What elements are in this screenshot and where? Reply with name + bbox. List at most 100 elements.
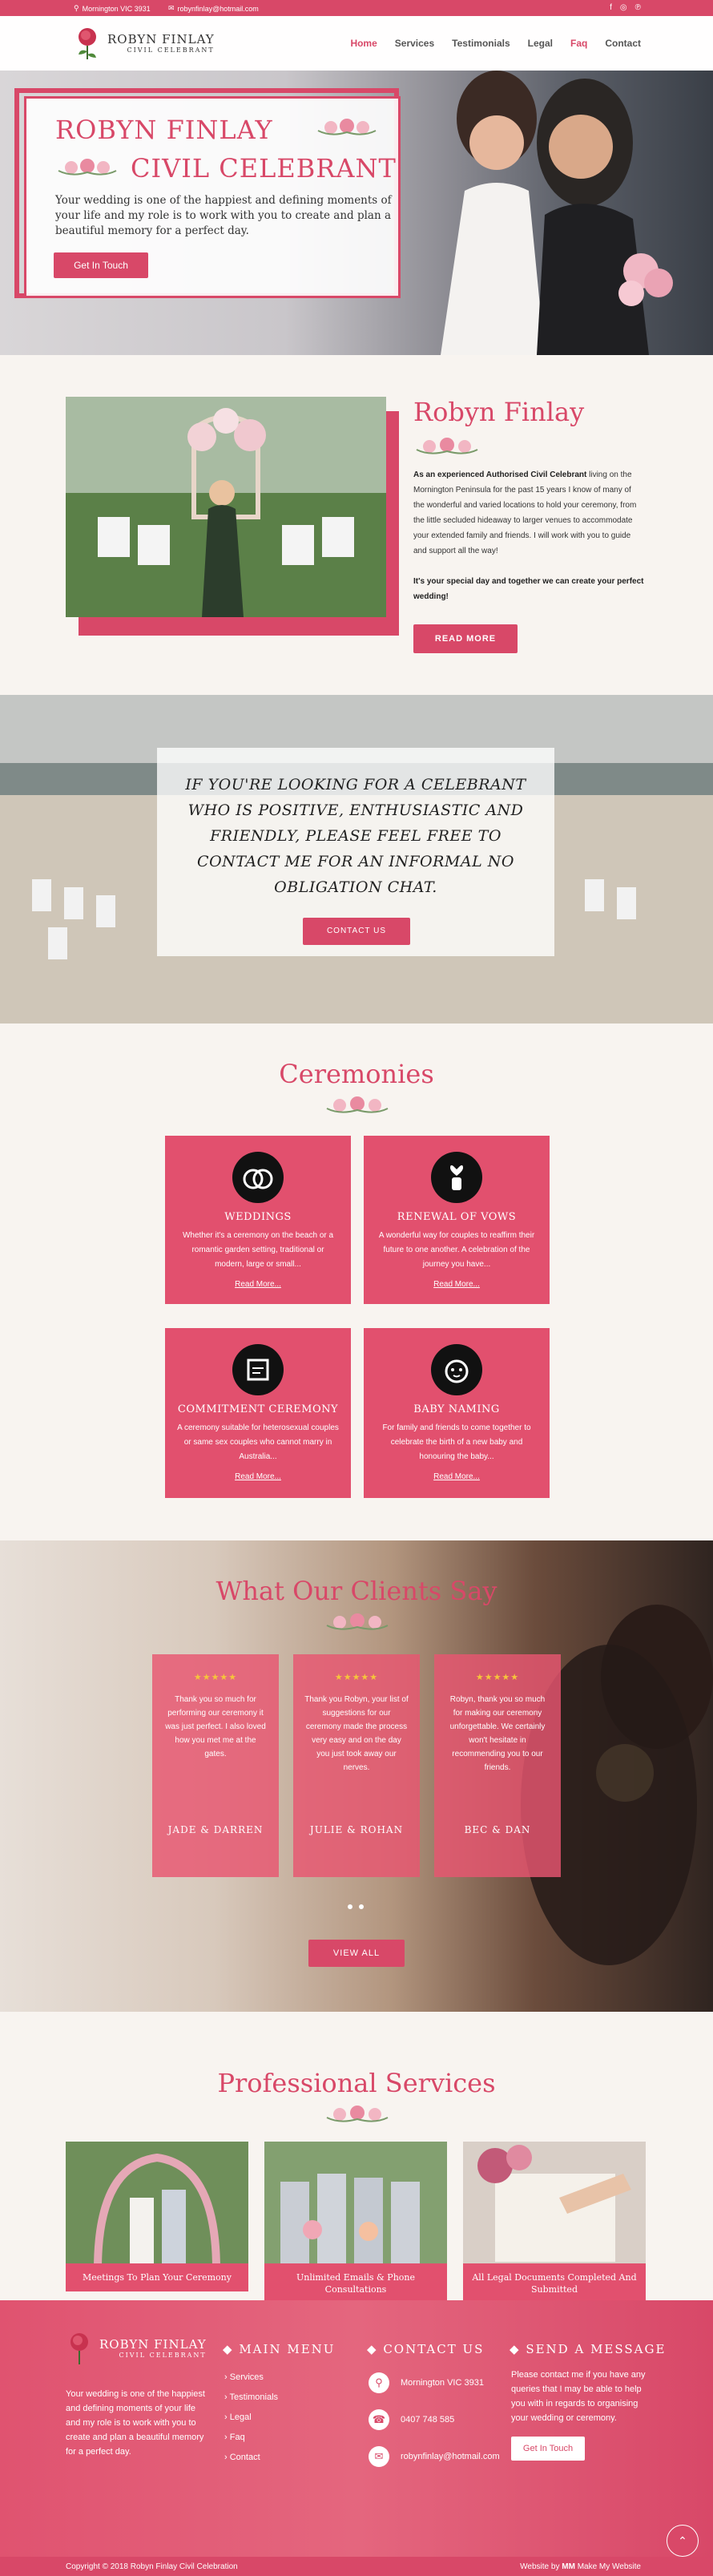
testimonial-text: Robyn, thank you so much for making our …	[449, 1695, 546, 1772]
read-more-button[interactable]: READ MORE	[413, 624, 518, 653]
service-card[interactable]: Meetings To Plan Your Ceremony	[66, 2142, 248, 2320]
about-section: Robyn Finlay As an experienced Authorise…	[0, 355, 713, 695]
instagram-icon[interactable]: ◎	[620, 3, 627, 12]
flower-ornament-icon	[416, 438, 478, 454]
testimonial-card: ★★★★★ Thank you so much for performing o…	[152, 1654, 279, 1877]
footer-menu-item[interactable]: › Legal	[224, 2408, 278, 2428]
footer-brand-tagline: CIVIL CELEBRANT	[119, 2351, 207, 2359]
carousel-dot[interactable]	[348, 1904, 352, 1909]
hero-section: ROBYN FINLAY CIVIL CELEBRANT Your weddin…	[0, 71, 713, 355]
view-all-button[interactable]: VIEW ALL	[308, 1940, 405, 1967]
flower-ornament-icon	[326, 2106, 389, 2122]
phone-icon: ☎	[369, 2409, 389, 2430]
nav-contact[interactable]: Contact	[605, 38, 641, 49]
service-label: Meetings To Plan Your Ceremony	[66, 2263, 248, 2291]
site-logo[interactable]: ROBYN FINLAY CIVIL CELEBRANT	[74, 24, 215, 61]
about-description: As an experienced Authorised Civil Celeb…	[413, 470, 644, 601]
service-photo	[463, 2142, 646, 2270]
rose-logo-icon	[70, 2333, 88, 2364]
footer-logo[interactable]: ROBYN FINLAY CIVIL CELEBRANT	[66, 2329, 207, 2366]
about-title: Robyn Finlay	[413, 397, 585, 427]
footer-phone[interactable]: ☎ 0407 748 585	[369, 2409, 454, 2430]
certificate-icon	[232, 1344, 284, 1395]
facebook-icon[interactable]: f	[610, 3, 612, 12]
card-text: A wonderful way for couples to reaffirm …	[378, 1231, 535, 1269]
hero-description: Your wedding is one of the happiest and …	[55, 194, 392, 237]
flower-ornament-icon	[317, 119, 377, 135]
star-rating: ★★★★★	[475, 1673, 520, 1682]
read-more-link[interactable]: Read More...	[364, 1472, 550, 1481]
banner-text: IF YOU'RE LOOKING FOR A CELEBRANT WHO IS…	[185, 776, 526, 896]
service-label: Unlimited Emails & Phone Consultations	[264, 2263, 447, 2303]
mail-icon: ✉	[168, 4, 175, 12]
read-more-link[interactable]: Read More...	[165, 1280, 351, 1289]
pinterest-icon[interactable]: ℗	[635, 3, 641, 12]
carousel-dots	[348, 1904, 364, 1909]
service-card[interactable]: All Legal Documents Completed And Submit…	[463, 2142, 646, 2320]
testimonial-author: JULIE & ROHAN	[309, 1824, 404, 1835]
card-title: WEDDINGS	[224, 1211, 292, 1223]
site-footer: ROBYN FINLAY CIVIL CELEBRANT Your weddin…	[0, 2300, 713, 2557]
card-text: A ceremony suitable for heterosexual cou…	[177, 1423, 339, 1461]
testimonial-author: JADE & DARREN	[167, 1824, 264, 1835]
services-section: Professional Services Meetings To Plan Y…	[0, 2012, 713, 2303]
footer-get-in-touch-button[interactable]: Get In Touch	[511, 2437, 585, 2461]
flower-ornament-icon	[58, 159, 117, 176]
ceremonies-title: Ceremonies	[279, 1059, 434, 1089]
ceremony-card-baby-naming[interactable]: BABY NAMING For family and friends to co…	[364, 1328, 550, 1498]
contact-banner-section: IF YOU'RE LOOKING FOR A CELEBRANT WHO IS…	[0, 695, 713, 1024]
nav-home[interactable]: Home	[350, 38, 377, 49]
hero-couple-photo	[441, 71, 673, 355]
service-photo	[66, 2142, 248, 2270]
footer-email[interactable]: ✉ robynfinlay@hotmail.com	[369, 2446, 500, 2467]
nav-faq[interactable]: Faq	[570, 38, 587, 49]
card-title: RENEWAL OF VOWS	[397, 1211, 517, 1223]
footer-menu-item[interactable]: › Contact	[224, 2448, 278, 2468]
scroll-to-top-button[interactable]: ⌃	[667, 2525, 699, 2557]
location-pin-icon: ⚲	[74, 4, 79, 12]
service-label: All Legal Documents Completed And Submit…	[463, 2263, 646, 2303]
footer-menu-item[interactable]: › Testimonials	[224, 2388, 278, 2408]
hand-heart-icon	[431, 1152, 482, 1203]
about-photo	[66, 397, 386, 617]
ceremony-card-weddings[interactable]: WEDDINGS Whether it's a ceremony on the …	[165, 1136, 351, 1304]
testimonial-card: ★★★★★ Robyn, thank you so much for makin…	[434, 1654, 561, 1877]
nav-services[interactable]: Services	[395, 38, 434, 49]
main-nav: Home Services Testimonials Legal Faq Con…	[350, 38, 641, 49]
ceremony-card-commitment[interactable]: COMMITMENT CEREMONY A ceremony suitable …	[165, 1328, 351, 1498]
flower-ornament-icon	[326, 1096, 389, 1113]
hero-title-line1: ROBYN FINLAY	[55, 115, 273, 145]
ceremony-card-renewal[interactable]: RENEWAL OF VOWS A wonderful way for coup…	[364, 1136, 550, 1304]
contact-us-button[interactable]: CONTACT US	[303, 918, 410, 945]
site-credit[interactable]: Website by MM Make My Website	[520, 2562, 641, 2571]
location-pin-icon: ⚲	[369, 2372, 389, 2393]
topbar-email[interactable]: ✉ robynfinlay@hotmail.com	[168, 4, 259, 13]
testimonials-title: What Our Clients Say	[216, 1576, 497, 1606]
service-card[interactable]: Unlimited Emails & Phone Consultations	[264, 2142, 447, 2320]
read-more-link[interactable]: Read More...	[364, 1280, 550, 1289]
carousel-dot[interactable]	[359, 1904, 364, 1909]
footer-menu-item[interactable]: › Services	[224, 2368, 278, 2388]
nav-testimonials[interactable]: Testimonials	[452, 38, 510, 49]
footer-menu-title: ◆ MAIN MENU	[223, 2342, 336, 2356]
nav-legal[interactable]: Legal	[528, 38, 553, 49]
footer-menu: › Services › Testimonials › Legal › Faq …	[224, 2368, 278, 2468]
copyright-bar: Copyright © 2018 Robyn Finlay Civil Cele…	[0, 2557, 713, 2576]
footer-location: ⚲ Mornington VIC 3931	[369, 2372, 484, 2393]
diamond-icon: ◆	[223, 2342, 234, 2356]
services-title: Professional Services	[217, 2068, 496, 2098]
card-text: For family and friends to come together …	[382, 1423, 531, 1461]
brand-name: ROBYN FINLAY	[107, 31, 215, 46]
service-photo	[264, 2142, 447, 2270]
diamond-icon: ◆	[367, 2342, 378, 2356]
get-in-touch-button[interactable]: Get In Touch	[54, 252, 148, 278]
footer-menu-item[interactable]: › Faq	[224, 2428, 278, 2448]
copyright-text: Copyright © 2018 Robyn Finlay Civil Cele…	[66, 2562, 238, 2571]
read-more-link[interactable]: Read More...	[165, 1472, 351, 1481]
star-rating: ★★★★★	[334, 1673, 379, 1682]
flower-ornament-icon	[326, 1613, 389, 1630]
card-text: Whether it's a ceremony on the beach or …	[182, 1231, 334, 1269]
hero-title-line2: CIVIL CELEBRANT	[131, 153, 397, 184]
rose-logo-icon	[79, 28, 96, 59]
rings-icon	[232, 1152, 284, 1203]
